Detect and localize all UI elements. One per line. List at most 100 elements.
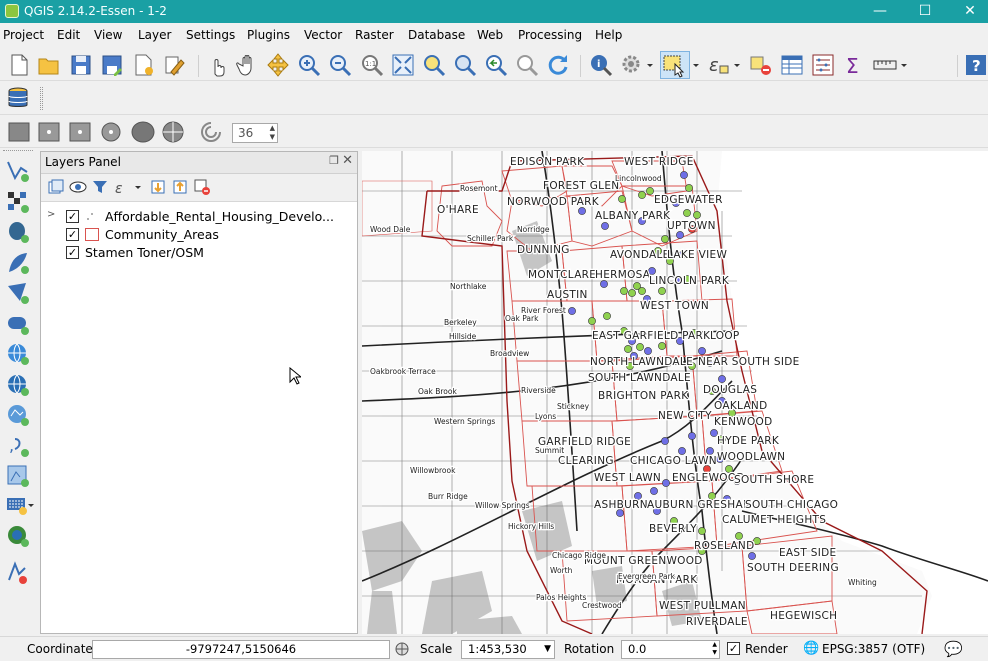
housing-point[interactable]: [638, 287, 646, 295]
spin-arrows-icon[interactable]: ▲ ▼: [270, 124, 275, 142]
housing-point[interactable]: [661, 437, 669, 445]
chevron-down-icon[interactable]: ▼: [544, 641, 551, 658]
housing-point[interactable]: [578, 207, 586, 215]
menu-database[interactable]: Database: [408, 28, 465, 42]
housing-point[interactable]: [644, 347, 652, 355]
split-features-icon[interactable]: [160, 119, 186, 145]
layer-row[interactable]: ✓ Stamen Toner/OSM: [41, 244, 357, 262]
housing-point[interactable]: [620, 287, 628, 295]
housing-point[interactable]: [661, 235, 669, 243]
housing-point[interactable]: [600, 280, 608, 288]
help-icon[interactable]: ?: [963, 52, 986, 78]
expand-all-icon[interactable]: [149, 178, 167, 196]
housing-point[interactable]: [693, 211, 701, 219]
housing-point[interactable]: [676, 231, 684, 239]
housing-point[interactable]: [603, 312, 611, 320]
menu-help[interactable]: Help: [595, 28, 622, 42]
menu-project[interactable]: Project: [3, 28, 44, 42]
add-geonode-layer-icon[interactable]: [5, 523, 31, 549]
zoom-to-selection-icon[interactable]: [421, 52, 447, 78]
zoom-last-icon[interactable]: [483, 52, 509, 78]
deselect-all-icon[interactable]: [748, 52, 774, 78]
new-geopackage-layer-icon[interactable]: [5, 560, 31, 586]
housing-point[interactable]: [646, 187, 654, 195]
reshape-features-icon[interactable]: [98, 119, 124, 145]
attribute-table-icon[interactable]: [779, 52, 805, 78]
housing-point[interactable]: [698, 347, 706, 355]
new-project-icon[interactable]: [6, 52, 32, 78]
housing-point[interactable]: [706, 447, 714, 455]
offset-curve-icon[interactable]: [130, 119, 156, 145]
save-project-icon[interactable]: [68, 52, 94, 78]
new-print-composer-icon[interactable]: [130, 52, 156, 78]
select-features-icon[interactable]: [660, 51, 690, 79]
add-raster-layer-icon[interactable]: [5, 189, 31, 215]
menu-settings[interactable]: Settings: [186, 28, 235, 42]
crs-status[interactable]: EPSG:3857 (OTF): [822, 642, 925, 656]
pan-to-selection-icon[interactable]: [265, 52, 291, 78]
layer-visibility-checkbox[interactable]: ✓: [66, 246, 79, 259]
add-wcs-layer-icon[interactable]: [5, 372, 31, 398]
pan-map-icon[interactable]: [235, 52, 261, 78]
messages-icon[interactable]: 💬: [944, 640, 963, 658]
zoom-full-icon[interactable]: [390, 52, 416, 78]
housing-point[interactable]: [685, 184, 693, 192]
refresh-icon[interactable]: [545, 52, 571, 78]
delete-ring-icon[interactable]: [36, 119, 62, 145]
map-canvas[interactable]: EDISON PARK WEST RIDGE FOREST GLEN EDGEWATE…: [362, 151, 988, 634]
chevron-down-icon[interactable]: [27, 492, 35, 518]
menu-raster[interactable]: Raster: [355, 28, 394, 42]
housing-point[interactable]: [658, 287, 666, 295]
toolbar-grip[interactable]: [40, 87, 43, 110]
menu-plugins[interactable]: Plugins: [247, 28, 290, 42]
run-feature-action-icon[interactable]: [619, 52, 645, 78]
toggle-extents-icon[interactable]: [394, 641, 410, 657]
add-wfs-layer-icon[interactable]: [5, 402, 31, 428]
close-button[interactable]: ✕: [947, 0, 988, 23]
identify-features-icon[interactable]: i: [588, 52, 614, 78]
manage-visibility-icon[interactable]: [69, 178, 87, 196]
delete-part-icon[interactable]: [67, 119, 93, 145]
layer-visibility-checkbox[interactable]: ✓: [66, 210, 79, 223]
housing-point[interactable]: [628, 289, 636, 297]
filter-legend-icon[interactable]: [91, 178, 109, 196]
zoom-next-icon[interactable]: [514, 52, 540, 78]
add-wms-layer-icon[interactable]: [5, 341, 31, 367]
toolbar-grip[interactable]: [3, 150, 33, 152]
coordinate-field[interactable]: -9797247,5150646: [92, 640, 390, 659]
add-mssql-layer-icon[interactable]: [5, 280, 31, 306]
add-virtual-layer-icon[interactable]: [5, 463, 31, 489]
select-by-expression-icon[interactable]: ε: [706, 52, 732, 78]
housing-point[interactable]: [748, 552, 756, 560]
measure-line-icon[interactable]: [872, 52, 898, 78]
scale-combobox[interactable]: 1:453,530 ▼: [461, 640, 555, 659]
housing-point[interactable]: [735, 532, 743, 540]
housing-point[interactable]: [683, 209, 691, 217]
minimize-button[interactable]: —: [857, 0, 903, 23]
zoom-to-layer-icon[interactable]: [452, 52, 478, 78]
float-panel-icon[interactable]: ❐: [329, 154, 339, 167]
menu-view[interactable]: View: [94, 28, 122, 42]
touch-zoom-icon[interactable]: [204, 52, 230, 78]
add-spatialite-layer-icon[interactable]: [5, 250, 31, 276]
add-vector-layer-icon[interactable]: [5, 158, 31, 184]
collapse-all-icon[interactable]: [171, 178, 189, 196]
housing-point[interactable]: [718, 375, 726, 383]
maximize-button[interactable]: ☐: [902, 0, 948, 23]
housing-point[interactable]: [688, 432, 696, 440]
housing-point[interactable]: [650, 487, 658, 495]
housing-point[interactable]: [568, 307, 576, 315]
db-manager-icon[interactable]: [5, 85, 31, 111]
housing-point[interactable]: [601, 222, 609, 230]
add-oracle-layer-icon[interactable]: [5, 311, 31, 337]
open-project-icon[interactable]: [36, 52, 62, 78]
crs-globe-icon[interactable]: 🌐: [803, 641, 819, 656]
housing-point[interactable]: [638, 191, 646, 199]
menu-edit[interactable]: Edit: [57, 28, 80, 42]
housing-point[interactable]: [624, 345, 632, 353]
statistical-summary-icon[interactable]: Σ: [841, 52, 867, 78]
remove-layer-icon[interactable]: [193, 178, 211, 196]
chevron-down-icon[interactable]: [133, 178, 143, 196]
segments-spinbox[interactable]: 36 ▲ ▼: [232, 123, 278, 143]
save-as-icon[interactable]: [99, 52, 125, 78]
